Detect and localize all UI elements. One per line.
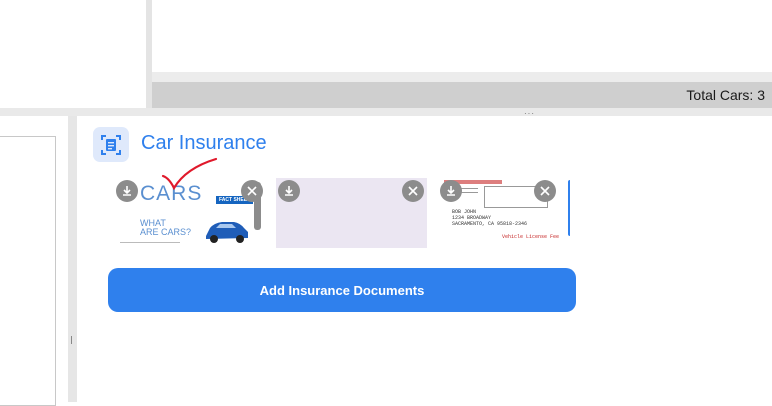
splitter-grip-icon[interactable]: ··· (524, 110, 535, 118)
download-icon[interactable] (116, 180, 138, 202)
doc-subtitle-2: ARE CARS? (140, 227, 192, 237)
doc-address-2: SACRAMENTO, CA 95818-2346 (452, 221, 528, 227)
close-icon[interactable] (534, 180, 556, 202)
checkmark-annotation (161, 157, 218, 191)
add-insurance-documents-button[interactable]: Add Insurance Documents (108, 268, 576, 312)
section-title: Car Insurance (141, 132, 267, 154)
doc-stamp: Vehicle License Fee (502, 234, 560, 240)
status-bar: Total Cars: 3 (152, 82, 772, 108)
vertical-grip-icon[interactable] (71, 336, 74, 344)
download-icon[interactable] (440, 180, 462, 202)
top-left-panel (0, 0, 146, 109)
download-icon[interactable] (278, 180, 300, 202)
total-cars-count: Total Cars: 3 (686, 87, 765, 103)
horizontal-splitter[interactable] (0, 108, 772, 116)
next-thumb-edge (568, 180, 570, 236)
doc-footer-line (120, 242, 180, 243)
document-scan-icon (93, 127, 129, 162)
car-illustration (206, 222, 248, 243)
close-icon[interactable] (241, 180, 263, 202)
bottom-left-box (0, 136, 56, 406)
list-footer-border (152, 72, 772, 82)
close-icon[interactable] (402, 180, 424, 202)
cars-list-panel (152, 0, 772, 72)
vertical-splitter[interactable] (68, 116, 77, 402)
